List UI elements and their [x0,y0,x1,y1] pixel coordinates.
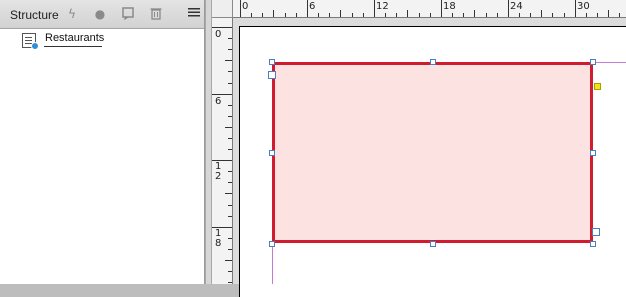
panel-title: Structure [10,8,59,22]
resize-handle-left[interactable] [269,150,275,156]
horizontal-ruler-ticks [240,0,620,17]
ruler-label: 1 2 [215,161,222,182]
vertical-ruler[interactable]: 0 6 1 2 1 8 [212,18,233,284]
menu-icon[interactable] [186,6,202,22]
horizontal-ruler[interactable]: 0 6 12 18 24 30 [233,0,626,18]
ruler-label: 0 [215,29,222,40]
ruler-label: 12 [376,1,389,12]
lightning-icon[interactable]: ϟ [64,6,80,22]
ruler-label: 6 [215,96,222,107]
out-port-handle[interactable] [592,228,600,236]
tree-item-label: Restaurants [45,32,105,44]
resize-handle-bottom[interactable] [430,241,436,247]
ruler-label: 18 [443,1,456,12]
ruler-label: 6 [309,1,316,12]
resize-handle-bottom-left[interactable] [269,241,275,247]
resize-handle-top[interactable] [430,59,436,65]
resize-handle-bottom-right[interactable] [590,241,596,247]
ruler-label: 0 [242,1,249,12]
document-canvas[interactable] [233,18,626,297]
resize-handle-top-left[interactable] [269,59,275,65]
record-icon[interactable]: ● [92,6,108,22]
resize-handle-top-right[interactable] [590,59,596,65]
panel-header: Structure ϟ ● [0,0,204,29]
ruler-origin[interactable] [212,0,233,18]
panel-splitter[interactable] [205,0,212,284]
ruler-label: 24 [510,1,523,12]
selected-frame[interactable] [272,62,593,243]
note-icon[interactable] [120,6,136,22]
margin-guide [272,244,273,284]
tagged-frame-icon [22,33,39,50]
ruler-label: 30 [577,1,590,12]
resize-handle-right[interactable] [590,150,596,156]
trash-icon[interactable] [148,6,164,22]
ruler-label: 1 8 [215,228,222,249]
tree-item-underline [44,46,102,47]
structure-panel: Structure ϟ ● Restaurants [0,0,205,284]
in-port-handle[interactable] [268,71,276,79]
live-corner-handle[interactable] [594,83,601,90]
